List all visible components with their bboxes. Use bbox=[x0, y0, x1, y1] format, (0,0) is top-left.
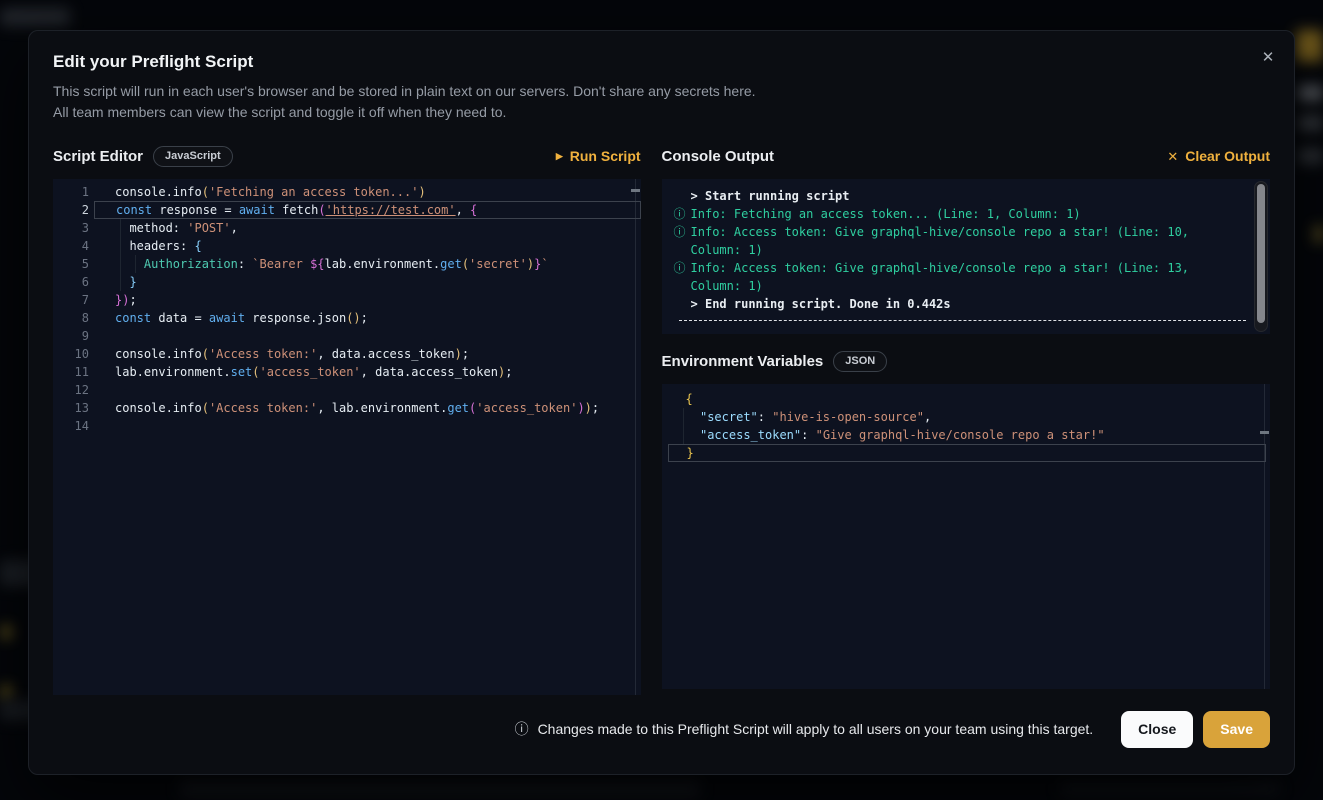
code-line: { bbox=[668, 390, 1266, 408]
icon-spacer bbox=[674, 187, 691, 205]
preflight-script-modal: ✕ Edit your Preflight Script This script… bbox=[28, 30, 1295, 775]
line-number: 3 bbox=[53, 219, 94, 237]
code-line: 4 headers: { bbox=[53, 237, 641, 255]
console-line-text: Info: Access token: Give graphql-hive/co… bbox=[691, 259, 1244, 295]
info-icon: ⓘ bbox=[674, 259, 691, 295]
indent-guide bbox=[120, 273, 121, 291]
line-number: 4 bbox=[53, 237, 94, 255]
console-line: ⓘInfo: Access token: Give graphql-hive/c… bbox=[674, 259, 1270, 295]
code-line: 11lab.environment.set('access_token', da… bbox=[53, 363, 641, 381]
backdrop-blob bbox=[1298, 148, 1323, 164]
code-line: 7}); bbox=[53, 291, 641, 309]
line-number: 2 bbox=[53, 201, 94, 219]
line-number: 10 bbox=[53, 345, 94, 363]
console-separator bbox=[679, 320, 1246, 321]
script-editor[interactable]: 1console.info('Fetching an access token.… bbox=[53, 179, 641, 695]
modal-content: Script Editor JavaScript ▶ Run Script 1c… bbox=[53, 141, 1270, 695]
console-line-text: > End running script. Done in 0.442s bbox=[691, 295, 1244, 313]
console-line-text: Info: Access token: Give graphql-hive/co… bbox=[691, 223, 1244, 259]
code-line: 9 bbox=[53, 327, 641, 345]
clear-output-button[interactable]: ✕ Clear Output bbox=[1167, 148, 1270, 164]
code-line: 10console.info('Access token:', data.acc… bbox=[53, 345, 641, 363]
script-editor-panel: Script Editor JavaScript ▶ Run Script 1c… bbox=[53, 141, 641, 695]
indent-guide bbox=[135, 255, 136, 273]
modal-description-line2: All team members can view the script and… bbox=[53, 102, 1270, 123]
footer-note-group: ⓘ Changes made to this Preflight Script … bbox=[515, 719, 1094, 739]
line-number: 14 bbox=[53, 417, 94, 435]
environment-variables-header: Environment Variables JSON bbox=[662, 346, 1270, 376]
info-icon: ⓘ bbox=[674, 223, 691, 259]
clear-output-label: Clear Output bbox=[1185, 148, 1270, 164]
indent-guide bbox=[120, 219, 121, 237]
code-line: 3 method: 'POST', bbox=[53, 219, 641, 237]
backdrop-blob bbox=[1298, 85, 1323, 101]
info-icon: ⓘ bbox=[515, 719, 529, 739]
backdrop-blob bbox=[180, 780, 700, 798]
indent-guide bbox=[683, 408, 684, 426]
console-scrollbar-thumb[interactable] bbox=[1257, 184, 1265, 323]
backdrop-blob bbox=[0, 8, 70, 26]
console-line: ⓘInfo: Access token: Give graphql-hive/c… bbox=[674, 223, 1270, 259]
code-line: 12 bbox=[53, 381, 641, 399]
backdrop-blob bbox=[2, 685, 11, 699]
console-output-header: Console Output ✕ Clear Output bbox=[662, 141, 1270, 171]
line-number: 9 bbox=[53, 327, 94, 345]
console-line: > End running script. Done in 0.442s bbox=[674, 295, 1270, 313]
code-line: 13console.info('Access token:', lab.envi… bbox=[53, 399, 641, 417]
info-icon: ⓘ bbox=[674, 205, 691, 223]
code-line: "access_token": "Give graphql-hive/conso… bbox=[668, 426, 1266, 444]
line-number: 11 bbox=[53, 363, 94, 381]
line-number: 7 bbox=[53, 291, 94, 309]
code-line: } bbox=[668, 444, 1266, 462]
modal-footer: ⓘ Changes made to this Preflight Script … bbox=[53, 710, 1270, 748]
close-icon[interactable]: ✕ bbox=[1256, 45, 1280, 69]
line-number: 5 bbox=[53, 255, 94, 273]
modal-title: Edit your Preflight Script bbox=[53, 51, 1270, 73]
script-editor-header: Script Editor JavaScript ▶ Run Script bbox=[53, 141, 641, 171]
console-line: > Start running script bbox=[674, 187, 1270, 205]
environment-variables-title: Environment Variables bbox=[662, 353, 824, 370]
javascript-badge: JavaScript bbox=[153, 146, 233, 167]
line-number: 8 bbox=[53, 309, 94, 327]
console-line: ⓘInfo: Fetching an access token... (Line… bbox=[674, 205, 1270, 223]
backdrop-blob bbox=[1060, 782, 1280, 796]
backdrop-blob bbox=[1296, 30, 1323, 62]
code-line: 8const data = await response.json(); bbox=[53, 309, 641, 327]
icon-spacer bbox=[674, 295, 691, 313]
run-script-label: Run Script bbox=[570, 148, 641, 164]
clear-icon: ✕ bbox=[1167, 150, 1178, 163]
indent-guide bbox=[683, 426, 684, 444]
console-output: > Start running scriptⓘInfo: Fetching an… bbox=[662, 179, 1270, 334]
code-line: 2const response = await fetch('https://t… bbox=[53, 201, 641, 219]
footer-note: Changes made to this Preflight Script wi… bbox=[538, 721, 1094, 737]
indent-guide bbox=[120, 255, 121, 273]
code-line: 5 Authorization: `Bearer ${lab.environme… bbox=[53, 255, 641, 273]
backdrop-blob bbox=[2, 625, 11, 639]
backdrop-blob bbox=[1314, 225, 1323, 243]
code-line: "secret": "hive-is-open-source", bbox=[668, 408, 1266, 426]
console-scrollbar[interactable] bbox=[1254, 181, 1268, 332]
console-line-text: Info: Fetching an access token... (Line:… bbox=[691, 205, 1244, 223]
save-button[interactable]: Save bbox=[1203, 711, 1270, 748]
modal-description-line1: This script will run in each user's brow… bbox=[53, 81, 1270, 102]
code-line: 14 bbox=[53, 417, 641, 435]
json-badge: JSON bbox=[833, 351, 887, 372]
console-line-text: > Start running script bbox=[691, 187, 1244, 205]
run-script-button[interactable]: ▶ Run Script bbox=[556, 148, 641, 164]
environment-editor[interactable]: { "secret": "hive-is-open-source", "acce… bbox=[662, 384, 1270, 689]
output-panel: Console Output ✕ Clear Output > Start ru… bbox=[662, 141, 1270, 695]
code-line: 1console.info('Fetching an access token.… bbox=[53, 183, 641, 201]
close-button[interactable]: Close bbox=[1121, 711, 1193, 748]
script-editor-title: Script Editor bbox=[53, 148, 143, 165]
backdrop-blob bbox=[1298, 115, 1323, 131]
indent-guide bbox=[120, 237, 121, 255]
line-number: 12 bbox=[53, 381, 94, 399]
line-number: 1 bbox=[53, 183, 94, 201]
line-number: 13 bbox=[53, 399, 94, 417]
code-line: 6 } bbox=[53, 273, 641, 291]
line-number: 6 bbox=[53, 273, 94, 291]
play-icon: ▶ bbox=[556, 152, 563, 161]
console-output-title: Console Output bbox=[662, 148, 775, 165]
